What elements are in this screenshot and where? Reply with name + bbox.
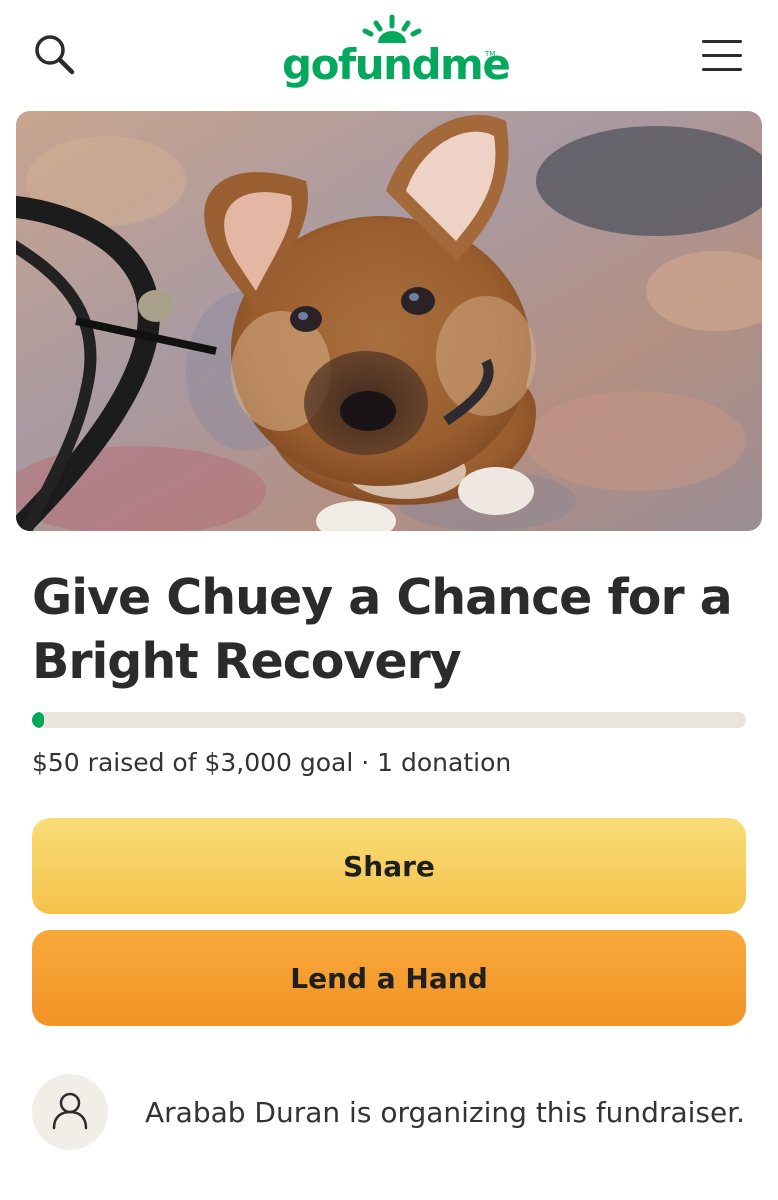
search-icon xyxy=(35,35,75,75)
user-icon xyxy=(52,1092,88,1130)
donation-stats: $50 raised of $3,000 goal · 1 donation xyxy=(32,748,512,777)
donation-progress-bar xyxy=(32,712,746,728)
menu-button[interactable] xyxy=(702,38,742,72)
logo-trademark: TM xyxy=(485,50,496,58)
organizer-text: Arabab Duran is organizing this fundrais… xyxy=(145,1096,746,1129)
top-header: gofundme TM xyxy=(0,0,778,110)
organizer-info: Arabab Duran is organizing this fundrais… xyxy=(32,1074,752,1154)
avatar xyxy=(32,1074,108,1150)
gofundme-logo[interactable]: gofundme TM xyxy=(282,14,511,98)
puppy-photo xyxy=(16,111,762,531)
fundraiser-page: gofundme TM Give Chuey a Chance for a Br… xyxy=(0,0,778,1200)
campaign-title: Give Chuey a Chance for a Bright Recover… xyxy=(32,569,733,690)
search-button[interactable] xyxy=(30,30,80,80)
hamburger-menu-icon xyxy=(702,40,742,43)
lend-a-hand-button[interactable]: Lend a Hand xyxy=(32,930,746,1026)
share-button[interactable]: Share xyxy=(32,818,746,914)
progress-fill xyxy=(32,712,44,728)
campaign-hero-image[interactable] xyxy=(16,111,762,531)
logo-text: gofundme xyxy=(282,40,511,89)
